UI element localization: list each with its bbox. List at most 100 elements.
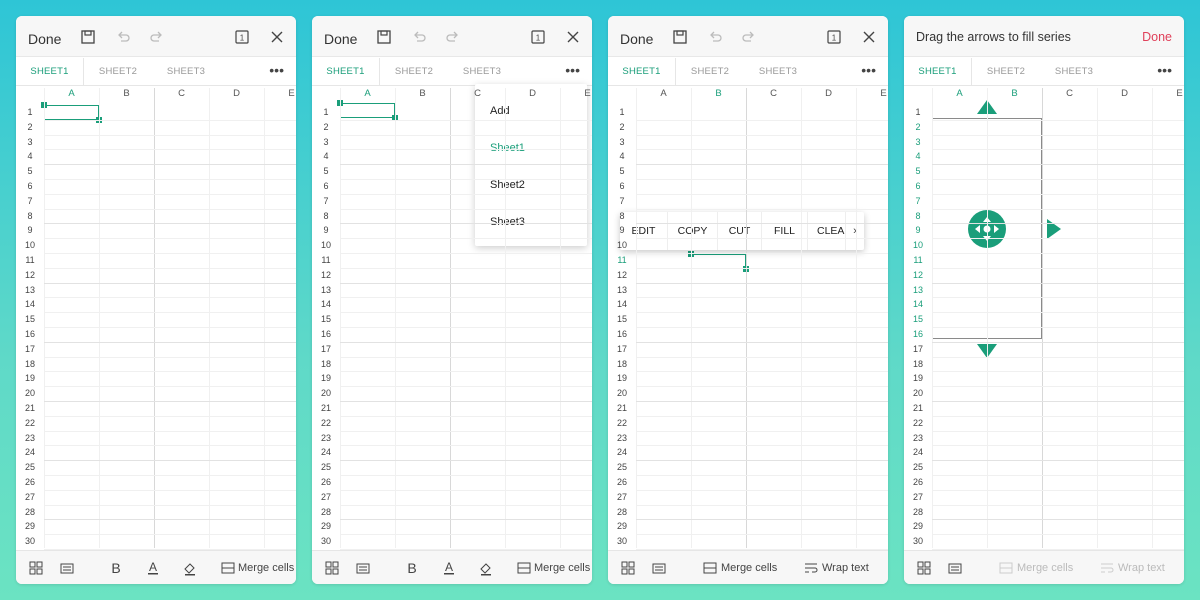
column-header-d[interactable]: D <box>801 88 856 103</box>
bold-icon[interactable]: B <box>404 560 420 576</box>
menu-item-add[interactable]: Add <box>490 105 510 117</box>
grid-apps-icon[interactable] <box>324 560 340 576</box>
column-header-d[interactable]: D <box>1097 88 1152 103</box>
row-number-18[interactable]: 18 <box>608 359 636 369</box>
row-number-1[interactable]: 1 <box>904 107 932 117</box>
row-number-26[interactable]: 26 <box>904 477 932 487</box>
more-icon[interactable]: ••• <box>565 61 580 79</box>
row-number-7[interactable]: 7 <box>608 196 636 206</box>
column-header-e[interactable]: E <box>560 88 592 103</box>
column-header-e[interactable]: E <box>264 88 296 103</box>
undo-icon[interactable] <box>411 29 427 45</box>
keyboard-icon[interactable] <box>947 560 963 576</box>
tab-sheet2[interactable]: SHEET2 <box>84 58 152 86</box>
row-number-2[interactable]: 2 <box>312 122 340 132</box>
redo-icon[interactable] <box>445 29 461 45</box>
row-number-14[interactable]: 14 <box>16 299 44 309</box>
row-number-8[interactable]: 8 <box>608 211 636 221</box>
fill-color-icon[interactable] <box>478 560 494 576</box>
column-header-c[interactable]: C <box>746 88 801 103</box>
keyboard-icon[interactable] <box>355 560 371 576</box>
row-number-9[interactable]: 9 <box>312 225 340 235</box>
row-number-30[interactable]: 30 <box>608 536 636 546</box>
row-number-29[interactable]: 29 <box>608 521 636 531</box>
menu-item-sheet1[interactable]: Sheet1 <box>490 142 525 154</box>
grid-apps-icon[interactable] <box>916 560 932 576</box>
row-number-13[interactable]: 13 <box>904 285 932 295</box>
row-number-13[interactable]: 13 <box>608 285 636 295</box>
row-number-17[interactable]: 17 <box>608 344 636 354</box>
tab-sheet1[interactable]: SHEET1 <box>904 58 972 86</box>
row-number-21[interactable]: 21 <box>16 403 44 413</box>
page-count-icon[interactable]: 1 <box>826 29 842 45</box>
tab-sheet2[interactable]: SHEET2 <box>972 58 1040 86</box>
tab-sheet2[interactable]: SHEET2 <box>676 58 744 86</box>
row-number-19[interactable]: 19 <box>608 373 636 383</box>
done-button[interactable]: Done <box>28 31 61 47</box>
row-number-24[interactable]: 24 <box>904 447 932 457</box>
done-button[interactable]: Done <box>1142 30 1172 44</box>
column-header-a[interactable]: A <box>636 88 691 103</box>
tab-sheet3[interactable]: SHEET3 <box>744 58 812 86</box>
row-number-19[interactable]: 19 <box>904 373 932 383</box>
save-icon[interactable] <box>672 29 688 45</box>
column-header-b[interactable]: B <box>987 88 1042 103</box>
row-number-30[interactable]: 30 <box>312 536 340 546</box>
row-number-25[interactable]: 25 <box>16 462 44 472</box>
column-header-d[interactable]: D <box>209 88 264 103</box>
row-number-25[interactable]: 25 <box>904 462 932 472</box>
row-number-27[interactable]: 27 <box>16 492 44 502</box>
row-number-4[interactable]: 4 <box>16 151 44 161</box>
column-header-e[interactable]: E <box>856 88 888 103</box>
keyboard-icon[interactable] <box>651 560 667 576</box>
row-number-8[interactable]: 8 <box>312 211 340 221</box>
text-color-icon[interactable]: A <box>145 560 161 576</box>
done-button[interactable]: Done <box>324 31 357 47</box>
bold-icon[interactable]: B <box>108 560 124 576</box>
row-number-22[interactable]: 22 <box>904 418 932 428</box>
merge-cells-icon[interactable] <box>702 560 718 576</box>
row-number-8[interactable]: 8 <box>904 211 932 221</box>
merge-cells-label[interactable]: Merge cells <box>534 562 592 574</box>
merge-cells-label[interactable]: Merge cells <box>238 562 296 574</box>
row-number-21[interactable]: 21 <box>608 403 636 413</box>
row-number-5[interactable]: 5 <box>312 166 340 176</box>
row-number-23[interactable]: 23 <box>904 433 932 443</box>
row-number-10[interactable]: 10 <box>608 240 636 250</box>
wrap-text-icon[interactable] <box>803 560 819 576</box>
row-number-27[interactable]: 27 <box>312 492 340 502</box>
row-number-26[interactable]: 26 <box>608 477 636 487</box>
row-number-26[interactable]: 26 <box>312 477 340 487</box>
row-number-13[interactable]: 13 <box>312 285 340 295</box>
menu-item-sheet2[interactable]: Sheet2 <box>490 179 525 191</box>
row-number-4[interactable]: 4 <box>904 151 932 161</box>
row-number-16[interactable]: 16 <box>608 329 636 339</box>
row-number-25[interactable]: 25 <box>312 462 340 472</box>
row-number-7[interactable]: 7 <box>312 196 340 206</box>
close-icon[interactable] <box>565 29 581 45</box>
row-number-14[interactable]: 14 <box>608 299 636 309</box>
row-number-14[interactable]: 14 <box>312 299 340 309</box>
row-number-7[interactable]: 7 <box>16 196 44 206</box>
column-header-a[interactable]: A <box>340 88 395 103</box>
redo-icon[interactable] <box>741 29 757 45</box>
close-icon[interactable] <box>269 29 285 45</box>
row-number-15[interactable]: 15 <box>904 314 932 324</box>
row-number-11[interactable]: 11 <box>312 255 340 265</box>
row-number-20[interactable]: 20 <box>312 388 340 398</box>
row-number-12[interactable]: 12 <box>16 270 44 280</box>
more-icon[interactable]: ••• <box>861 61 876 79</box>
row-number-16[interactable]: 16 <box>312 329 340 339</box>
row-number-24[interactable]: 24 <box>608 447 636 457</box>
row-number-12[interactable]: 12 <box>904 270 932 280</box>
undo-icon[interactable] <box>707 29 723 45</box>
row-number-28[interactable]: 28 <box>16 507 44 517</box>
more-icon[interactable]: ••• <box>1157 61 1172 79</box>
row-number-28[interactable]: 28 <box>608 507 636 517</box>
row-number-9[interactable]: 9 <box>16 225 44 235</box>
row-number-10[interactable]: 10 <box>312 240 340 250</box>
row-number-2[interactable]: 2 <box>608 122 636 132</box>
row-number-2[interactable]: 2 <box>16 122 44 132</box>
merge-cells-icon[interactable] <box>220 560 236 576</box>
row-number-18[interactable]: 18 <box>904 359 932 369</box>
